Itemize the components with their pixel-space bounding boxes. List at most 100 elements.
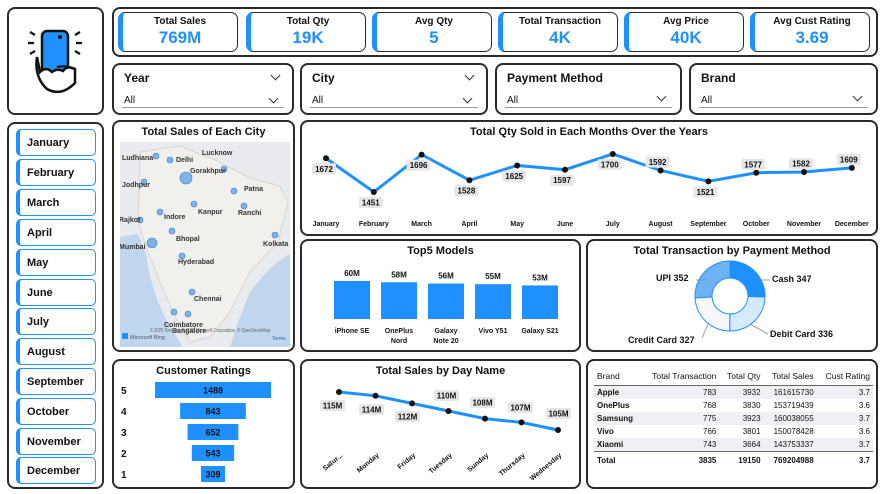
kpi-value: 4K (549, 28, 571, 47)
day-sales-point[interactable] (482, 415, 488, 422)
monthly-qty-point[interactable] (657, 167, 664, 174)
table-row[interactable]: Apple 783 3932 161615730 3.7 (594, 385, 873, 399)
table-header-cell[interactable]: Total Transaction (640, 367, 720, 386)
map-city-label: Chennai (194, 296, 222, 303)
city-sales-map[interactable]: Ludhiana Delhi Lucknow Jodhpur Gorakhpur Patn… (120, 142, 290, 347)
filter-value[interactable]: All (312, 95, 323, 106)
day-sales-point[interactable] (336, 389, 342, 395)
chevron-down-icon[interactable] (852, 91, 863, 102)
map-city-marker[interactable] (166, 156, 174, 164)
monthly-qty-point[interactable] (466, 177, 473, 184)
map-city-marker[interactable] (156, 208, 164, 216)
monthly-qty-point[interactable] (418, 151, 425, 158)
table-cell: 161615730 (773, 388, 814, 397)
month-button-august[interactable]: August (16, 338, 96, 365)
table-row[interactable]: OnePlus 768 3830 153719439 3.6 (594, 399, 873, 412)
map-city-marker[interactable] (271, 231, 279, 239)
filter-city[interactable]: City All (300, 63, 488, 115)
payment-donut-slice[interactable] (729, 260, 766, 298)
top-models-chart[interactable]: 60M iPhone SE 58M OnePlus Nord 56M Galaxy Note … (304, 257, 579, 351)
x-tick-label: Tuesday (428, 452, 454, 475)
filter-brand[interactable]: Brand All (689, 63, 878, 115)
rating-bar-label: 309 (205, 470, 220, 480)
filter-value[interactable]: All (507, 95, 518, 106)
monthly-qty-data-label: 1609 (840, 155, 858, 164)
model-category-label: Note 20 (433, 338, 458, 345)
month-button-july[interactable]: July (16, 308, 96, 335)
monthly-qty-point[interactable] (514, 162, 521, 169)
monthly-qty-point[interactable] (323, 155, 329, 162)
map-city-label: Rajkot (120, 217, 141, 224)
table-cell: 743 (703, 440, 717, 449)
monthly-qty-point[interactable] (753, 169, 760, 176)
map-city-marker[interactable] (188, 288, 196, 296)
table-header-cell[interactable]: Cust Rating (816, 367, 873, 386)
monthly-qty-point[interactable] (848, 164, 855, 171)
ratings-funnel-chart[interactable]: 1488 5 843 4 652 3 543 2 309 1 (115, 377, 293, 489)
day-sales-point[interactable] (372, 392, 379, 399)
map-city-marker[interactable] (190, 200, 198, 208)
month-button-october[interactable]: October (16, 398, 96, 425)
map-city-marker[interactable] (152, 152, 160, 160)
table-total-row: Total 3835 19150 769204988 3.7 (594, 451, 873, 469)
month-button-september[interactable]: September (16, 368, 96, 395)
model-bar[interactable] (475, 284, 511, 319)
map-city-marker[interactable] (146, 237, 158, 249)
chevron-down-icon[interactable] (270, 70, 281, 81)
month-button-december[interactable]: December (16, 457, 96, 484)
table-row[interactable]: Samsung 775 3923 160038055 3.7 (594, 412, 873, 425)
filter-value[interactable]: All (124, 95, 135, 106)
table-cell: Samsung (597, 414, 634, 423)
payment-donut-slice[interactable] (729, 296, 766, 332)
month-button-march[interactable]: March (16, 189, 96, 216)
day-sales-chart[interactable]: 115M Satur... 114M Monday 112M Friday 110M Tues… (304, 378, 579, 488)
map-city-marker[interactable] (240, 202, 248, 210)
map-terms-link[interactable]: Terms (272, 336, 286, 342)
month-button-january[interactable]: January (16, 129, 96, 156)
month-button-february[interactable]: February (16, 159, 96, 186)
month-button-may[interactable]: May (16, 249, 96, 276)
day-sales-point[interactable] (409, 400, 415, 407)
monthly-qty-point[interactable] (370, 189, 377, 195)
payment-donut-slice[interactable] (694, 260, 731, 299)
chevron-down-icon[interactable] (268, 93, 279, 104)
table-cell: 3932 (742, 388, 761, 397)
model-bar[interactable] (522, 285, 558, 319)
map-city-marker[interactable] (168, 227, 176, 235)
filter-year[interactable]: Year All (112, 63, 294, 115)
monthly-qty-chart[interactable]: 1672 January 1451 February 1696 March 1528 Apri… (304, 140, 874, 235)
month-button-june[interactable]: June (16, 279, 96, 306)
chevron-down-icon[interactable] (464, 70, 475, 81)
map-title: Total Sales of Each City (141, 126, 266, 138)
table-row[interactable]: Vivo 766 3801 150078428 3.6 (594, 425, 873, 438)
monthly-qty-point[interactable] (801, 169, 807, 176)
map-city-marker[interactable] (170, 308, 178, 316)
monthly-qty-point[interactable] (609, 151, 616, 157)
chevron-down-icon[interactable] (462, 93, 473, 104)
table-header-cell[interactable]: Total Sales (763, 367, 817, 386)
table-header-cell[interactable]: Brand (594, 367, 641, 386)
day-sales-point[interactable] (445, 408, 452, 414)
table-header-cell[interactable]: Total Qty (719, 367, 764, 386)
monthly-qty-point[interactable] (705, 178, 712, 185)
chevron-down-icon[interactable] (656, 91, 667, 102)
payment-slice-label: Debit Card 336 (770, 329, 833, 339)
month-button-april[interactable]: April (16, 219, 96, 246)
filter-value[interactable]: All (701, 95, 712, 106)
month-button-november[interactable]: November (16, 428, 96, 455)
day-sales-data-label: 110M (437, 392, 457, 401)
payment-donut-slice[interactable] (694, 296, 731, 332)
filter-payment-method[interactable]: Payment Method All (495, 63, 682, 115)
map-city-marker[interactable] (230, 187, 238, 195)
kpi-total-sales: Total Sales 769M (118, 12, 238, 52)
payment-donut-chart[interactable]: Cash 347 Debit Card 336 Credit Card 327 UPI… (590, 258, 876, 350)
map-city-marker[interactable] (184, 310, 192, 318)
day-sales-point[interactable] (555, 427, 561, 433)
model-bar[interactable] (381, 282, 417, 319)
model-bar[interactable] (334, 281, 370, 319)
day-sales-point[interactable] (518, 419, 525, 426)
table-row[interactable]: Xiaomi 743 3664 143753337 3.7 (594, 438, 873, 452)
monthly-qty-point[interactable] (562, 166, 568, 173)
model-bar[interactable] (428, 283, 464, 319)
x-tick-label: August (649, 221, 674, 228)
